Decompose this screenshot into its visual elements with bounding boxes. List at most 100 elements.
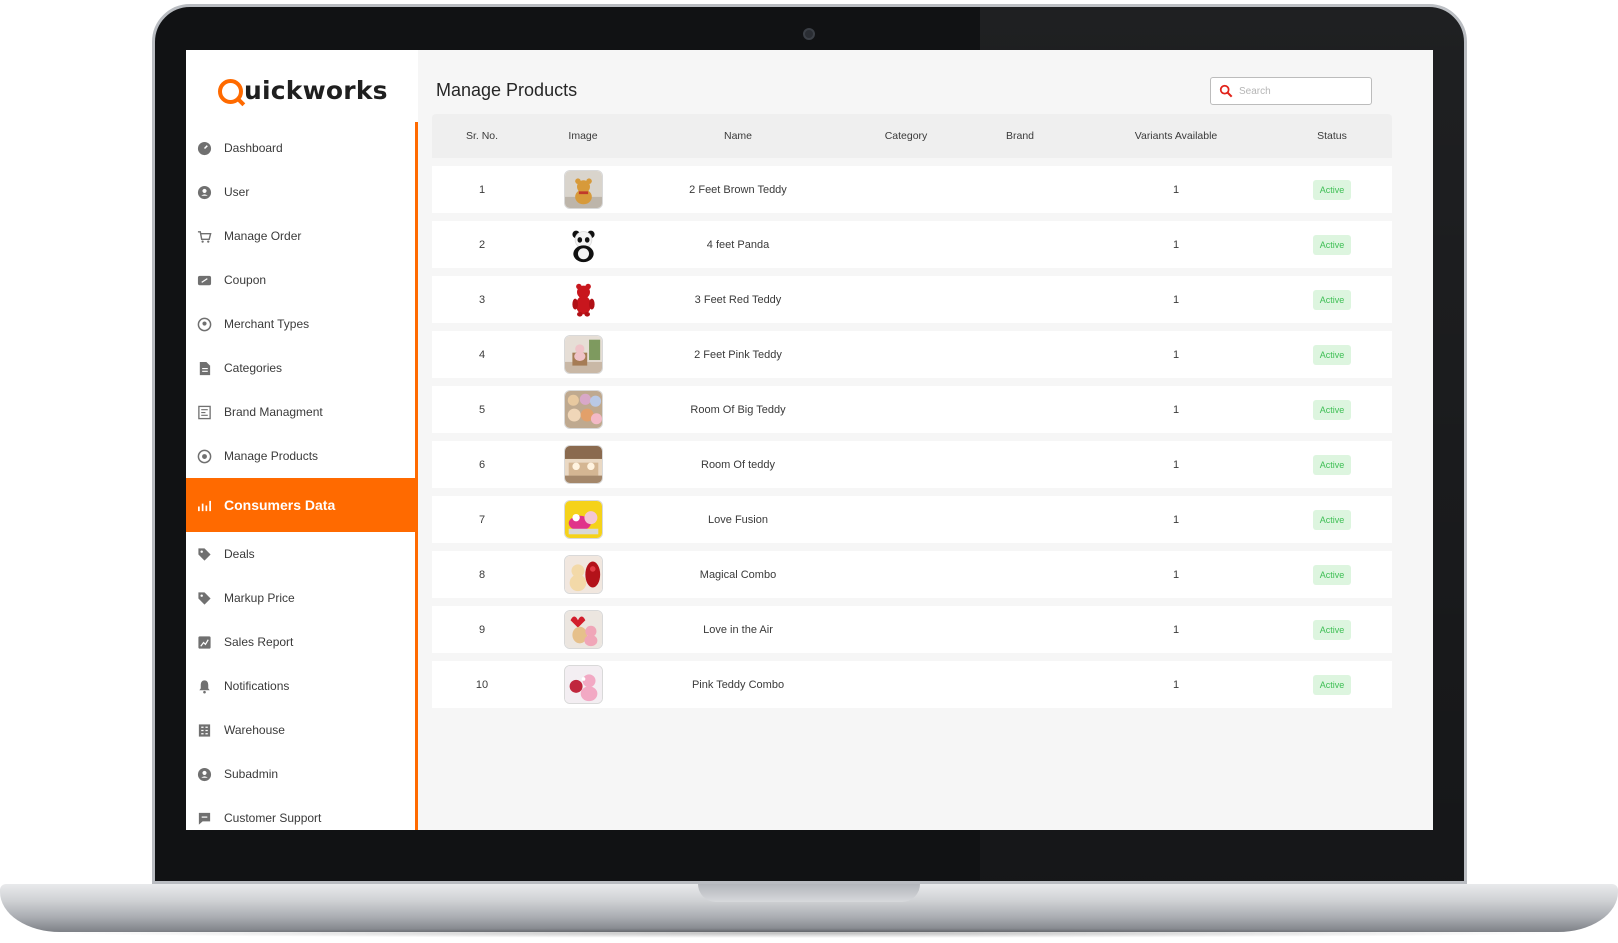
cell-image <box>532 390 634 429</box>
search-input[interactable] <box>1239 85 1359 97</box>
sidebar-item-manage-order[interactable]: Manage Order <box>186 214 415 258</box>
webcam <box>803 28 815 40</box>
product-thumbnail[interactable] <box>563 225 603 264</box>
product-thumbnail[interactable] <box>563 280 603 319</box>
sidebar-item-label: Coupon <box>224 273 267 287</box>
cell-variants: 1 <box>1172 403 1180 416</box>
table-row[interactable]: 8 Magical Combo 1 Active <box>432 551 1392 598</box>
status-badge[interactable]: Active <box>1312 619 1352 640</box>
sidebar-item-label: Notifications <box>224 679 290 693</box>
column-header-status[interactable]: Status <box>1282 130 1382 142</box>
sidebar-item-subadmin[interactable]: Subadmin <box>186 752 415 796</box>
cell-status: Active <box>1282 344 1382 365</box>
user-icon <box>196 184 212 200</box>
sidebar-item-label: Manage Order <box>224 229 302 243</box>
search-icon <box>1219 84 1233 98</box>
sidebar-item-brand-managment[interactable]: Brand Managment <box>186 390 415 434</box>
status-badge[interactable]: Active <box>1312 564 1352 585</box>
bell-icon <box>196 678 212 694</box>
status-badge[interactable]: Active <box>1312 399 1352 420</box>
cell-status: Active <box>1282 399 1382 420</box>
sidebar-item-manage-products[interactable]: Manage Products <box>186 434 415 478</box>
column-header-category[interactable]: Category <box>842 130 970 142</box>
table-row[interactable]: 10 Pink Teddy Combo 1 Active <box>432 661 1392 708</box>
sidebar-item-notifications[interactable]: Notifications <box>186 664 415 708</box>
sidebar-item-markup-price[interactable]: Markup Price <box>186 576 415 620</box>
product-thumbnail[interactable] <box>563 335 603 374</box>
column-header-variants[interactable]: Variants Available <box>1070 130 1282 142</box>
column-header-name[interactable]: Name <box>634 130 842 142</box>
product-thumbnail[interactable] <box>563 170 603 209</box>
table-row[interactable]: 7 Love Fusion 1 Active <box>432 496 1392 543</box>
cell-sr-no: 5 <box>478 403 486 416</box>
status-badge[interactable]: Active <box>1312 179 1352 200</box>
cell-image <box>532 170 634 209</box>
cell-variants: 1 <box>1172 348 1180 361</box>
report-icon <box>196 634 212 650</box>
status-badge[interactable]: Active <box>1312 344 1352 365</box>
product-thumbnail[interactable] <box>563 500 603 539</box>
product-thumbnail[interactable] <box>563 555 603 594</box>
table-row[interactable]: 6 Room Of teddy 1 Active <box>432 441 1392 488</box>
sidebar-item-customer-support[interactable]: Customer Support <box>186 796 415 830</box>
cell-name: 2 Feet Brown Teddy <box>689 183 787 196</box>
tag-icon <box>196 546 212 562</box>
sidebar-item-label: Categories <box>224 361 283 375</box>
table-row[interactable]: 5 Room Of Big Teddy 1 Active <box>432 386 1392 433</box>
support-icon <box>196 810 212 826</box>
cell-status: Active <box>1282 179 1382 200</box>
table-row[interactable]: 3 3 Feet Red Teddy 1 Active <box>432 276 1392 323</box>
sidebar-item-consumers-data[interactable]: Consumers Data <box>186 478 415 532</box>
sidebar-item-label: Warehouse <box>224 723 285 737</box>
sidebar-item-merchant-types[interactable]: Merchant Types <box>186 302 415 346</box>
cell-variants: 1 <box>1172 623 1180 636</box>
cell-status: Active <box>1282 289 1382 310</box>
cell-status: Active <box>1282 454 1382 475</box>
cell-variants: 1 <box>1172 568 1180 581</box>
sidebar-item-warehouse[interactable]: Warehouse <box>186 708 415 752</box>
status-badge[interactable]: Active <box>1312 509 1352 530</box>
cell-variants: 1 <box>1172 238 1180 251</box>
sidebar-item-deals[interactable]: Deals <box>186 532 415 576</box>
sidebar-nav: Dashboard User Manage Order Coupon Merch… <box>186 126 415 830</box>
cell-variants: 1 <box>1172 183 1180 196</box>
sidebar-item-label: Dashboard <box>224 141 283 155</box>
cell-image <box>532 500 634 539</box>
categories-icon <box>196 360 212 376</box>
cell-image <box>532 555 634 594</box>
cell-image <box>532 280 634 319</box>
status-badge[interactable]: Active <box>1312 234 1352 255</box>
table-row[interactable]: 9 Love in the Air 1 Active <box>432 606 1392 653</box>
column-header-sr-no[interactable]: Sr. No. <box>432 130 532 142</box>
sidebar-item-sales-report[interactable]: Sales Report <box>186 620 415 664</box>
sidebar-item-categories[interactable]: Categories <box>186 346 415 390</box>
table-row[interactable]: 1 2 Feet Brown Teddy 1 Active <box>432 166 1392 213</box>
table-row[interactable]: 4 2 Feet Pink Teddy 1 Active <box>432 331 1392 378</box>
status-badge[interactable]: Active <box>1312 454 1352 475</box>
product-thumbnail[interactable] <box>563 445 603 484</box>
cell-name: Love in the Air <box>703 623 773 636</box>
status-badge[interactable]: Active <box>1312 289 1352 310</box>
cell-variants: 1 <box>1172 513 1180 526</box>
cell-sr-no: 7 <box>478 513 486 526</box>
product-thumbnail[interactable] <box>563 665 603 704</box>
cell-status: Active <box>1282 619 1382 640</box>
sidebar-item-coupon[interactable]: Coupon <box>186 258 415 302</box>
sidebar-item-label: Consumers Data <box>224 497 336 513</box>
brand-icon <box>196 404 212 420</box>
sidebar-item-dashboard[interactable]: Dashboard <box>186 126 415 170</box>
sidebar-item-label: Merchant Types <box>224 317 310 331</box>
sidebar-item-label: User <box>224 185 250 199</box>
status-badge[interactable]: Active <box>1312 674 1352 695</box>
product-thumbnail[interactable] <box>563 610 603 649</box>
column-header-brand[interactable]: Brand <box>970 130 1070 142</box>
chart-icon <box>196 497 212 513</box>
table-row[interactable]: 2 4 feet Panda 1 Active <box>432 221 1392 268</box>
product-thumbnail[interactable] <box>563 390 603 429</box>
sidebar-item-label: Customer Support <box>224 811 322 825</box>
sidebar-item-label: Subadmin <box>224 767 279 781</box>
search-box[interactable] <box>1210 77 1372 105</box>
sidebar-item-user[interactable]: User <box>186 170 415 214</box>
quickworks-logo[interactable]: uickworks <box>218 70 388 110</box>
column-header-image[interactable]: Image <box>532 130 634 142</box>
